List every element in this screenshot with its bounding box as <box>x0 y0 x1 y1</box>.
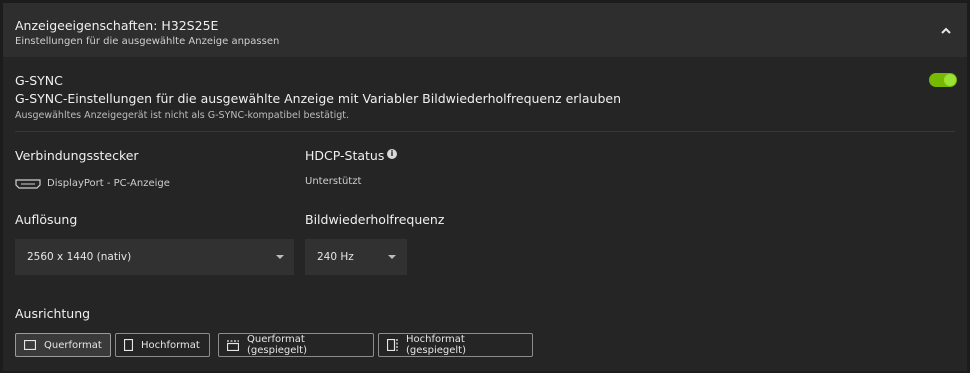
chevron-up-icon[interactable] <box>939 24 953 38</box>
divider <box>15 131 955 132</box>
orientation-label-landscape-flipped: Querformat (gespiegelt) <box>247 334 307 356</box>
panel-title: Anzeigeeigenschaften: H32S25E <box>15 18 219 33</box>
refresh-dropdown[interactable]: 240 Hz <box>305 239 407 275</box>
refresh-label: Bildwiederholfrequenz <box>305 212 445 227</box>
panel-subtitle: Einstellungen für die ausgewählte Anzeig… <box>15 36 280 47</box>
gsync-note: Ausgewähltes Anzeigegerät ist nicht als … <box>15 110 350 121</box>
gsync-title: G-SYNC <box>15 73 63 88</box>
landscape-flipped-icon <box>227 339 239 351</box>
portrait-icon <box>124 339 133 351</box>
orientation-portrait-flipped-button[interactable]: Hochformat (gespiegelt) <box>378 333 533 357</box>
orientation-portrait-button[interactable]: Hochformat <box>115 333 210 357</box>
displayport-icon <box>15 179 41 189</box>
chevron-down-icon <box>388 255 396 259</box>
refresh-selected: 240 Hz <box>317 251 354 263</box>
hdcp-label: HDCP-Status <box>305 148 385 163</box>
portrait-flipped-icon <box>387 339 398 351</box>
info-icon[interactable]: i <box>387 149 397 159</box>
display-properties-panel: Anzeigeeigenschaften: H32S25E Einstellun… <box>3 3 967 371</box>
hdcp-value: Unterstützt <box>305 176 362 187</box>
landscape-icon <box>24 340 36 350</box>
connector-value: DisplayPort - PC-Anzeige <box>47 178 170 189</box>
orientation-label-landscape: Querformat <box>44 339 102 351</box>
orientation-landscape-flipped-button[interactable]: Querformat (gespiegelt) <box>218 333 374 357</box>
connector-label: Verbindungsstecker <box>15 148 139 163</box>
toggle-knob <box>944 74 956 86</box>
orientation-label: Ausrichtung <box>15 306 91 321</box>
chevron-down-icon <box>276 255 284 259</box>
gsync-toggle[interactable] <box>929 73 957 87</box>
orientation-label-portrait-flipped: Hochformat (gespiegelt) <box>406 334 466 356</box>
orientation-label-portrait: Hochformat <box>141 339 200 351</box>
resolution-dropdown[interactable]: 2560 x 1440 (nativ) <box>15 239 294 275</box>
resolution-label: Auflösung <box>15 212 78 227</box>
gsync-description: G-SYNC-Einstellungen für die ausgewählte… <box>15 91 621 106</box>
orientation-landscape-button[interactable]: Querformat <box>15 333 111 357</box>
resolution-selected: 2560 x 1440 (nativ) <box>27 251 132 263</box>
panel-header[interactable]: Anzeigeeigenschaften: H32S25E Einstellun… <box>3 3 967 57</box>
